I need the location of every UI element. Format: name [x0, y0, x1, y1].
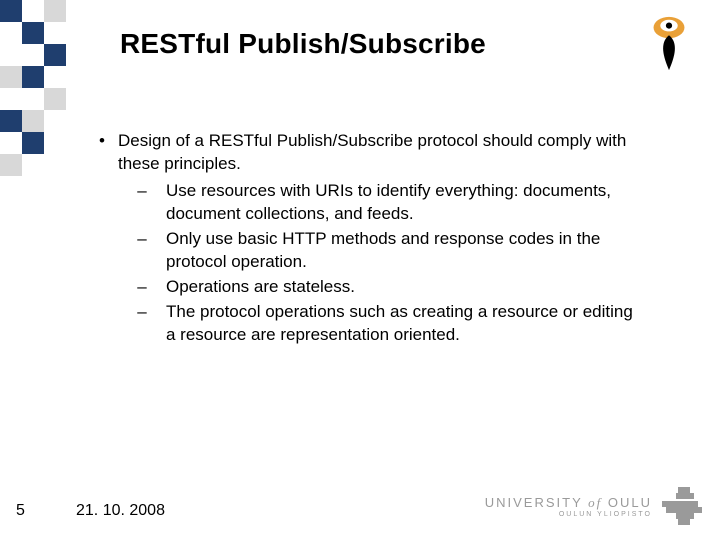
slide-title: RESTful Publish/Subscribe	[120, 28, 486, 60]
sub-item-text: The protocol operations such as creating…	[166, 301, 646, 347]
dash-icon: –	[118, 276, 166, 299]
decorative-checker	[0, 0, 66, 180]
dash-icon: –	[118, 180, 166, 226]
slide: RESTful Publish/Subscribe • Design of a …	[0, 0, 720, 540]
university-logo: UNIVERSITY of OULU OULUN YLIOPISTO	[442, 486, 702, 528]
bullet-lvl2: – Operations are stateless.	[118, 276, 646, 299]
footer-date: 21. 10. 2008	[76, 502, 165, 520]
slide-body: • Design of a RESTful Publish/Subscribe …	[86, 130, 646, 346]
pixel-cross-icon	[662, 487, 702, 527]
intro-text: Design of a RESTful Publish/Subscribe pr…	[118, 130, 646, 176]
bullet-lvl2: – Only use basic HTTP methods and respon…	[118, 228, 646, 274]
page-number: 5	[16, 502, 25, 520]
sub-item-text: Operations are stateless.	[166, 276, 646, 299]
university-name: UNIVERSITY of OULU	[485, 496, 652, 509]
university-sub: OULUN YLIOPISTO	[485, 511, 652, 518]
bullet-dot-icon: •	[86, 130, 118, 346]
dash-icon: –	[118, 301, 166, 347]
bullet-lvl2: – The protocol operations such as creati…	[118, 301, 646, 347]
sub-item-text: Use resources with URIs to identify ever…	[166, 180, 646, 226]
torch-icon	[640, 14, 698, 72]
bullet-lvl1: • Design of a RESTful Publish/Subscribe …	[86, 130, 646, 346]
dash-icon: –	[118, 228, 166, 274]
sub-item-text: Only use basic HTTP methods and response…	[166, 228, 646, 274]
bullet-lvl2: – Use resources with URIs to identify ev…	[118, 180, 646, 226]
